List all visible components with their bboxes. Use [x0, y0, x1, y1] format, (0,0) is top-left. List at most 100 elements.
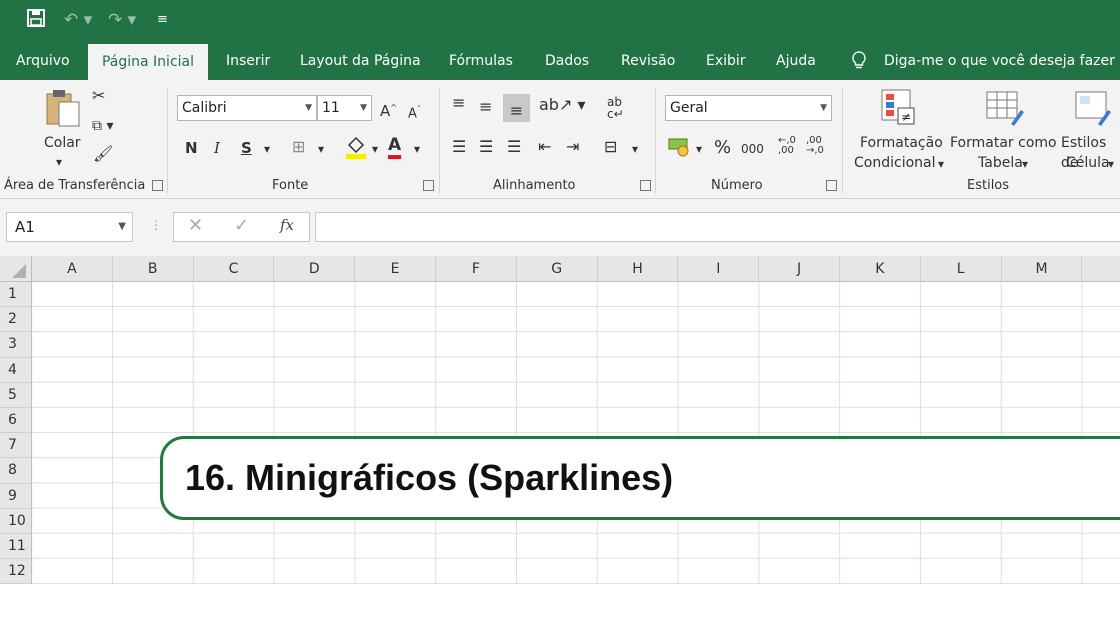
alignment-launcher-icon[interactable] [640, 180, 651, 191]
borders-icon[interactable]: ⊞ [292, 137, 305, 157]
underline-dropdown-icon[interactable]: ▾ [264, 139, 270, 159]
splitter-icon[interactable]: ⋮ [150, 218, 162, 232]
lightbulb-icon[interactable] [851, 42, 867, 80]
column-header[interactable]: D [274, 256, 356, 282]
align-bottom-icon[interactable]: ≡ [503, 94, 530, 122]
font-name-select[interactable]: Calibri ▼ [177, 95, 317, 121]
increase-indent-icon[interactable]: ⇥ [566, 137, 579, 157]
conditional-formatting-label2[interactable]: Condicional [854, 153, 935, 173]
paste-button-label[interactable]: Colar [44, 133, 81, 153]
tab-arquivo[interactable]: Arquivo [16, 42, 70, 80]
merge-dropdown-icon[interactable]: ▾ [632, 139, 638, 159]
enter-icon[interactable]: ✓ [234, 215, 249, 236]
cancel-icon[interactable]: ✕ [188, 215, 203, 236]
column-header[interactable]: C [193, 256, 275, 282]
row-header[interactable]: 7 [0, 433, 32, 459]
tab-dados[interactable]: Dados [545, 42, 589, 80]
font-color-dropdown-icon[interactable]: ▾ [414, 139, 420, 159]
number-launcher-icon[interactable] [826, 180, 837, 191]
tell-me-search[interactable]: Diga-me o que você deseja fazer [884, 42, 1115, 80]
accounting-format-icon[interactable] [668, 136, 692, 163]
select-all-corner[interactable] [0, 256, 32, 282]
undo-icon[interactable]: ↶ ▾ [64, 8, 92, 32]
row-header[interactable]: 4 [0, 357, 32, 383]
row-header[interactable]: 8 [0, 458, 32, 484]
tab-revisao[interactable]: Revisão [621, 42, 675, 80]
name-box[interactable]: A1 ▼ [6, 212, 133, 242]
accounting-dropdown-icon[interactable]: ▾ [696, 139, 702, 159]
format-painter-icon[interactable]: 🖌 [93, 144, 113, 164]
bold-button[interactable]: N [185, 138, 198, 158]
row-header[interactable]: 12 [0, 559, 32, 584]
format-as-table-icon[interactable] [985, 88, 1025, 133]
borders-dropdown-icon[interactable]: ▾ [318, 139, 324, 159]
column-header[interactable]: J [759, 256, 840, 282]
percent-style-button[interactable]: % [714, 138, 731, 158]
cell-styles-label2[interactable]: Célula [1066, 153, 1110, 173]
shrink-font-icon[interactable]: Aˇ [408, 100, 421, 124]
cell-styles-icon[interactable] [1074, 88, 1114, 133]
align-right-icon[interactable]: ☰ [507, 137, 521, 157]
column-header[interactable]: L [920, 256, 1002, 282]
font-size-select[interactable]: 11 ▼ [317, 95, 372, 121]
paste-dropdown-icon[interactable]: ▾ [56, 152, 62, 172]
tab-inserir[interactable]: Inserir [226, 42, 270, 80]
tab-pagina-inicial[interactable]: Página Inicial [88, 44, 208, 80]
align-top-icon[interactable]: ≡ [452, 93, 465, 113]
tab-layout-da-pagina[interactable]: Layout da Página [300, 42, 421, 80]
customize-quick-access-icon[interactable]: ≡ [157, 8, 168, 32]
tab-exibir[interactable]: Exibir [706, 42, 746, 80]
grow-font-icon[interactable]: A^ [380, 98, 397, 121]
cut-icon[interactable]: ✂ [92, 86, 105, 106]
column-header[interactable]: F [436, 256, 517, 282]
fill-color-dropdown-icon[interactable]: ▾ [372, 139, 378, 159]
column-header[interactable]: A [32, 256, 113, 282]
format-as-table-label2[interactable]: Tabela [978, 153, 1023, 173]
align-center-icon[interactable]: ☰ [479, 137, 493, 157]
comma-style-button[interactable]: 000 [741, 139, 764, 159]
paste-icon[interactable] [44, 88, 82, 133]
conditional-formatting-label1[interactable]: Formatação [860, 133, 943, 153]
decrease-decimal-icon[interactable]: ,00 →,0 [806, 136, 824, 156]
column-header[interactable]: I [678, 256, 760, 282]
conditional-dropdown-icon[interactable]: ▾ [938, 154, 944, 174]
tab-ajuda[interactable]: Ajuda [776, 42, 816, 80]
copy-icon[interactable]: ⧉ ▾ [92, 116, 113, 136]
fill-color-icon[interactable] [345, 135, 367, 164]
format-table-dropdown-icon[interactable]: ▾ [1022, 154, 1028, 174]
row-header[interactable]: 11 [0, 534, 32, 560]
column-header[interactable]: E [355, 256, 436, 282]
format-as-table-label1[interactable]: Formatar como [950, 133, 1057, 153]
row-header[interactable]: 3 [0, 332, 32, 358]
merge-center-icon[interactable]: ⊟ [604, 137, 617, 157]
redo-icon[interactable]: ↷ ▾ [108, 8, 136, 32]
row-header[interactable]: 2 [0, 307, 32, 333]
row-header[interactable]: 1 [0, 282, 32, 308]
wrap-text-icon[interactable]: ab c↵ [607, 96, 624, 120]
decrease-indent-icon[interactable]: ⇤ [538, 137, 551, 157]
tab-formulas[interactable]: Fórmulas [449, 42, 513, 80]
row-header[interactable]: 9 [0, 483, 32, 509]
cell-area[interactable] [32, 282, 1120, 584]
orientation-icon[interactable]: ab↗ ▾ [539, 95, 585, 115]
column-header[interactable]: B [112, 256, 194, 282]
conditional-formatting-icon[interactable]: ≠ [880, 88, 918, 133]
increase-decimal-icon[interactable]: ←,0,00 [778, 136, 796, 156]
save-icon[interactable] [26, 8, 46, 35]
row-header[interactable]: 10 [0, 508, 32, 534]
row-header[interactable]: 6 [0, 408, 32, 434]
align-middle-icon[interactable]: ≡ [479, 97, 492, 117]
clipboard-launcher-icon[interactable] [152, 180, 163, 191]
column-header-partial[interactable] [1082, 256, 1120, 282]
align-left-icon[interactable]: ☰ [452, 137, 466, 157]
column-header[interactable]: K [840, 256, 921, 282]
insert-function-icon[interactable]: fx [280, 216, 294, 234]
column-header[interactable]: H [597, 256, 679, 282]
cell-styles-dropdown-icon[interactable]: ▾ [1108, 154, 1114, 174]
column-header[interactable]: G [516, 256, 598, 282]
column-header[interactable]: M [1001, 256, 1083, 282]
row-header[interactable]: 5 [0, 382, 32, 408]
font-color-icon[interactable]: A [388, 135, 402, 159]
italic-button[interactable]: I [214, 138, 220, 158]
underline-button[interactable]: S [241, 138, 252, 158]
